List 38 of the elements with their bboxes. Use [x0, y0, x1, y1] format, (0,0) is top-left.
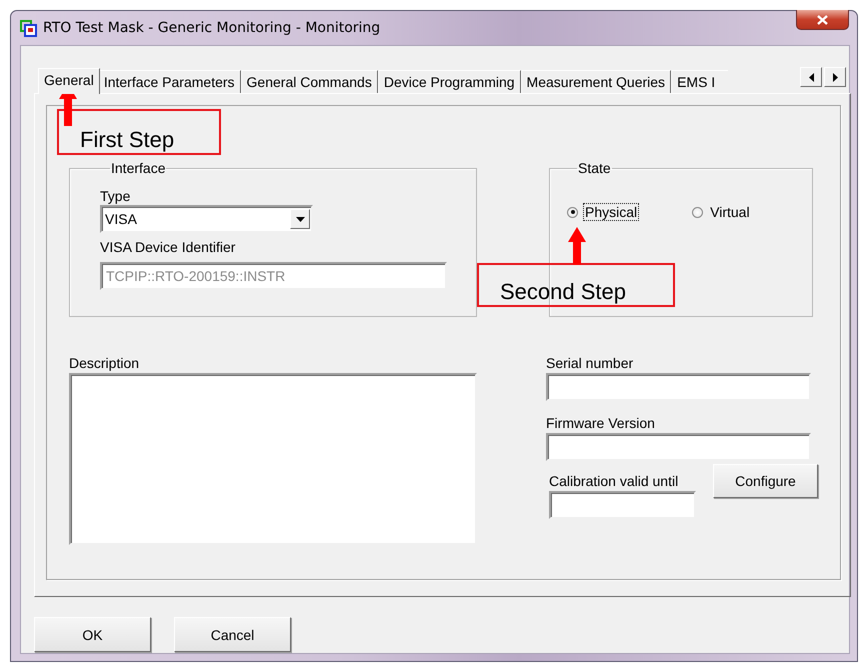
serial-number-field[interactable]: [546, 373, 811, 401]
tab[interactable]: Interface Parameters: [98, 70, 241, 93]
firmware-version-field[interactable]: [546, 433, 811, 461]
tab[interactable]: General Commands: [240, 70, 378, 93]
tab[interactable]: Device Programming: [378, 70, 521, 93]
annotation-label: First Step: [57, 109, 221, 155]
close-button[interactable]: [796, 10, 849, 30]
tab[interactable]: EMS I: [671, 70, 728, 93]
field-label: VISA Device Identifier: [100, 239, 236, 256]
dialog-button[interactable]: OK: [34, 617, 151, 652]
field-label: Serial number: [546, 355, 634, 372]
configure-button[interactable]: Configure: [713, 464, 818, 498]
field-label: Firmware Version: [546, 415, 656, 432]
window-title: RTO Test Mask - Generic Monitoring - Monitoring: [43, 20, 380, 36]
radio-button[interactable]: [692, 206, 704, 218]
field-label: Type: [100, 188, 132, 205]
tab[interactable]: General: [38, 68, 100, 94]
annotation-label: Second Step: [477, 263, 675, 307]
radio-label: Virtual: [709, 203, 751, 221]
radio-label: Physical: [583, 203, 640, 221]
triangle-right-icon: [832, 72, 838, 82]
tab[interactable]: Measurement Queries: [520, 70, 672, 93]
scroll-left-button[interactable]: [800, 67, 822, 87]
caret-icon: [296, 216, 304, 222]
description-field[interactable]: [69, 373, 477, 545]
type-dropdown[interactable]: VISA: [100, 205, 313, 233]
group-title: State: [577, 160, 612, 176]
close-icon: [817, 14, 828, 24]
group-title: Interface: [110, 160, 166, 176]
dialog-button[interactable]: Cancel: [174, 617, 291, 652]
scroll-right-button[interactable]: [824, 67, 846, 87]
triangle-left-icon: [808, 72, 814, 82]
field-label: Calibration valid until: [549, 473, 680, 490]
radio-button[interactable]: [567, 206, 578, 218]
field-label: Description: [69, 355, 140, 372]
calibration-date-field[interactable]: [549, 491, 696, 519]
app-icon: [20, 20, 37, 36]
arrow-icon: [568, 227, 586, 265]
